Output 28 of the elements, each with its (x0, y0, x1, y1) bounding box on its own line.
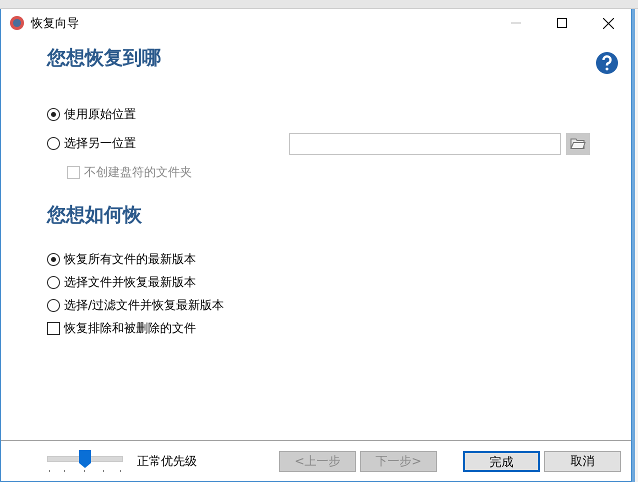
section-heading: 您想如何恢 (47, 203, 142, 228)
wizard-button[interactable]: 完成 (463, 450, 540, 472)
folder-icon (570, 137, 586, 150)
window-title: 恢复向导 (31, 14, 80, 32)
help-icon[interactable] (595, 51, 619, 75)
option-label: 使用原始位置 (64, 106, 136, 123)
radio-button[interactable] (47, 137, 60, 150)
option-label: 选择文件并恢复最新版本 (64, 274, 196, 291)
radio-button[interactable] (47, 253, 60, 266)
option-label: 选择另一位置 (64, 135, 136, 152)
app-icon (9, 15, 25, 31)
path-field[interactable] (289, 132, 561, 154)
radio-button[interactable] (47, 108, 60, 121)
option-label: 恢复所有文件的最新版本 (64, 251, 196, 268)
priority-label: 正常优先级 (137, 452, 197, 470)
radio-button[interactable] (47, 299, 60, 312)
option-label: 选择/过滤文件并恢复最新版本 (64, 297, 224, 314)
section-heading: 您想恢复到哪 (47, 46, 161, 71)
close-icon (602, 18, 614, 28)
option-label: 恢复排除和被删除的文件 (64, 320, 196, 337)
slider-thumb[interactable] (79, 450, 91, 468)
browse-button[interactable] (566, 132, 590, 154)
wizard-button[interactable]: 取消 (544, 450, 621, 472)
option-label: 不创建盘符的文件夹 (84, 164, 192, 180)
maximize-icon (557, 18, 567, 28)
radio-button[interactable] (47, 276, 60, 289)
priority-slider[interactable] (47, 449, 123, 473)
checkbox[interactable] (47, 322, 60, 335)
